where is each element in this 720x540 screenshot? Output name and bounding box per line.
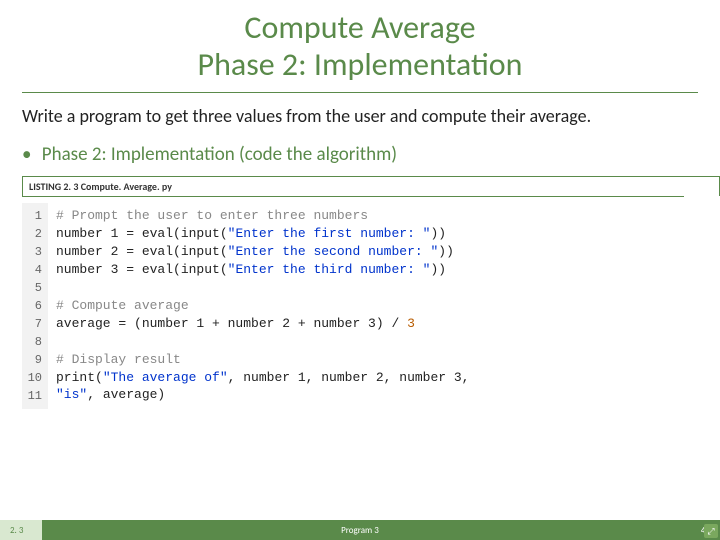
code-text: )) <box>430 262 446 277</box>
code-string: "Enter the first number: " <box>228 226 431 241</box>
line-number: 4 <box>26 261 42 279</box>
footer: 2. 3 Program 3 47 <box>0 520 720 540</box>
line-number: 9 <box>26 351 42 369</box>
code-text: number 1 = eval(input( <box>56 226 228 241</box>
bullet-marker: • <box>22 143 31 166</box>
bullet-text: Phase 2: Implementation (code the algori… <box>42 143 397 166</box>
code-text: number 3 = eval(input( <box>56 262 228 277</box>
line-number: 2 <box>26 225 42 243</box>
title-line-2: Phase 2: Implementation <box>0 47 720 84</box>
slide-title: Compute Average Phase 2: Implementation <box>0 10 720 84</box>
code-comment: # Display result <box>56 352 181 367</box>
code-text: , number 1, number 2, number 3, <box>228 370 470 385</box>
code-string: "The average of" <box>103 370 228 385</box>
line-number: 5 <box>26 279 42 297</box>
line-number-gutter: 1 2 3 4 5 6 7 8 9 10 11 <box>22 203 48 409</box>
bullet-item: • Phase 2: Implementation (code the algo… <box>22 143 698 166</box>
line-number: 6 <box>26 297 42 315</box>
code-comment: # Compute average <box>56 298 189 313</box>
intro-text: Write a program to get three values from… <box>22 105 698 128</box>
code-text: number 2 = eval(input( <box>56 244 228 259</box>
title-line-1: Compute Average <box>0 10 720 47</box>
line-number: 7 <box>26 315 42 333</box>
code-string: "Enter the third number: " <box>228 262 431 277</box>
code-content: # Prompt the user to enter three numbers… <box>56 203 469 409</box>
code-text: )) <box>430 226 446 241</box>
code-string: "is" <box>56 387 87 402</box>
listing-label: LISTING 2. 3 Compute. Average. py <box>22 176 720 196</box>
code-string: "Enter the second number: " <box>228 244 439 259</box>
expand-icon[interactable]: ⤢ <box>704 524 718 538</box>
code-text: print( <box>56 370 103 385</box>
code-text: )) <box>438 244 454 259</box>
code-number: 3 <box>407 316 415 331</box>
footer-section-number: 2. 3 <box>0 520 42 540</box>
code-block: 1 2 3 4 5 6 7 8 9 10 11 # Prompt the use… <box>22 196 684 409</box>
code-text: , average) <box>87 387 165 402</box>
slide: Compute Average Phase 2: Implementation … <box>0 0 720 540</box>
code-comment: # Prompt the user to enter three numbers <box>56 208 368 223</box>
line-number: 3 <box>26 243 42 261</box>
code-text: average = (number 1 + number 2 + number … <box>56 316 407 331</box>
line-number: 8 <box>26 333 42 351</box>
footer-program-label: Program 3 <box>42 520 678 540</box>
line-number: 10 <box>26 369 42 387</box>
line-number: 11 <box>26 387 42 405</box>
title-underline <box>22 92 698 93</box>
line-number: 1 <box>26 207 42 225</box>
